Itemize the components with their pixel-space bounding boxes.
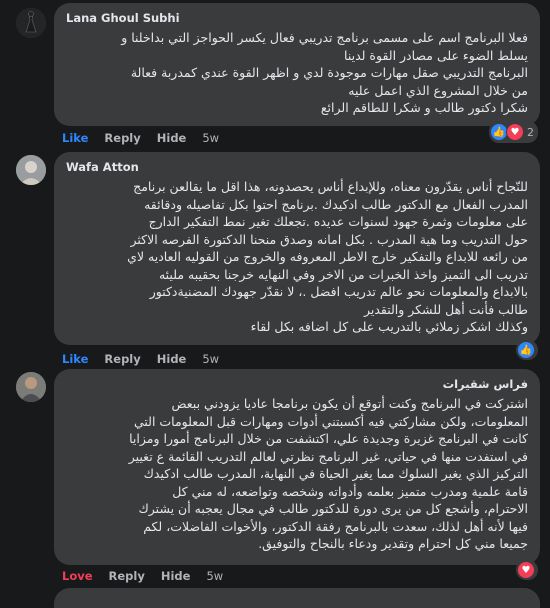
comment-actions: Love Reply Hide 5w	[62, 569, 223, 583]
reaction-summary[interactable]: ♥	[516, 560, 538, 580]
love-icon: ♥	[506, 123, 524, 141]
like-icon: 👍	[518, 342, 534, 358]
reply-button[interactable]: Reply	[104, 352, 140, 366]
like-button[interactable]: Like	[62, 352, 88, 366]
hide-button[interactable]: Hide	[157, 131, 187, 145]
hide-button[interactable]: Hide	[157, 352, 187, 366]
comment-author[interactable]: فراس شقيرات	[66, 377, 528, 391]
user-avatar-icon	[16, 372, 46, 402]
comment-author[interactable]: Wafa Atton	[66, 160, 528, 174]
timestamp[interactable]: 5w	[206, 569, 223, 583]
avatar[interactable]	[16, 372, 46, 402]
user-avatar-icon	[16, 155, 46, 185]
reply-button[interactable]: Reply	[104, 131, 140, 145]
next-comment-bubble	[54, 588, 540, 608]
comment-text: فعلا البرنامج اسم على مسمى برنامج تدريبي…	[121, 30, 528, 115]
comment-bubble: Wafa Atton للنّجاح أناس يقدّرون معناه، و…	[54, 152, 540, 345]
timestamp[interactable]: 5w	[202, 352, 219, 366]
comment-text: للنّجاح أناس يقدّرون معناه، وللإبداع أنا…	[127, 179, 528, 334]
reaction-count: 2	[527, 125, 534, 139]
love-icon: ♥	[518, 562, 534, 578]
reply-button[interactable]: Reply	[109, 569, 145, 583]
like-button[interactable]: Like	[62, 131, 88, 145]
user-avatar-icon	[16, 8, 46, 38]
love-button[interactable]: Love	[62, 569, 93, 583]
reaction-summary[interactable]: 👍	[516, 340, 538, 360]
comment-text: اشتركت في البرنامج وكنت أتوقع أن يكون بر…	[128, 396, 528, 551]
avatar[interactable]	[16, 155, 46, 185]
comment-bubble: فراس شقيرات اشتركت في البرنامج وكنت أتوق…	[54, 369, 540, 565]
like-icon: 👍	[491, 124, 507, 140]
hide-button[interactable]: Hide	[161, 569, 191, 583]
comment-actions: Like Reply Hide 5w	[62, 352, 219, 366]
comment-bubble: Lana Ghoul Subhi فعلا البرنامج اسم على م…	[54, 3, 540, 126]
comment-actions: Like Reply Hide 5w	[62, 131, 219, 145]
comment-author[interactable]: Lana Ghoul Subhi	[66, 11, 528, 25]
reaction-summary[interactable]: 👍 ♥ 2	[489, 121, 538, 143]
avatar[interactable]	[16, 8, 46, 38]
timestamp[interactable]: 5w	[202, 131, 219, 145]
